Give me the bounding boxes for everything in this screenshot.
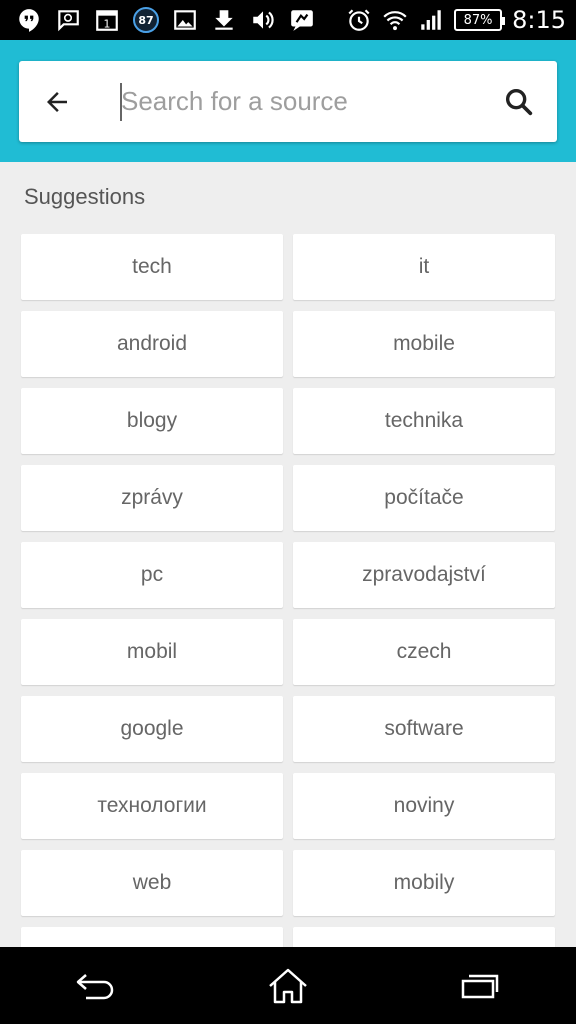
suggestion-chip[interactable]: it	[293, 234, 555, 300]
volume-icon	[250, 7, 276, 33]
recent-apps-icon	[461, 974, 499, 998]
search-bar	[19, 61, 557, 142]
suggestion-chip[interactable]: google	[21, 696, 283, 762]
suggestion-chip[interactable]: pc	[21, 542, 283, 608]
search-button[interactable]	[481, 61, 557, 142]
suggestion-chip[interactable]: blogy	[21, 388, 283, 454]
suggestion-chip[interactable]: czech	[293, 619, 555, 685]
suggestion-chip[interactable]: zprávy	[21, 465, 283, 531]
suggestion-chip[interactable]: počítače	[293, 465, 555, 531]
suggestion-chip[interactable]: mobile	[293, 311, 555, 377]
back-icon	[76, 973, 114, 999]
search-icon	[505, 88, 533, 115]
suggestion-chip[interactable]: mobil	[21, 619, 283, 685]
search-input[interactable]	[95, 61, 481, 142]
alarm-icon	[346, 7, 372, 33]
suggestion-chip[interactable]: технологии	[21, 773, 283, 839]
download-icon	[211, 7, 237, 33]
suggestion-chip[interactable]	[293, 927, 555, 947]
suggestion-chip[interactable]: noviny	[293, 773, 555, 839]
suggestion-grid: tech it android mobile blogy technika zp…	[21, 234, 555, 947]
image-icon	[172, 7, 198, 33]
section-title: Suggestions	[24, 184, 146, 209]
wifi-icon	[382, 7, 408, 33]
suggestions-section: Suggestions tech it android mobile blogy…	[0, 162, 576, 947]
suggestion-chip[interactable]: software	[293, 696, 555, 762]
battery-icon: 87%	[454, 9, 506, 31]
text-cursor	[120, 83, 122, 121]
hangouts-icon	[16, 7, 42, 33]
signal-icon	[418, 7, 444, 33]
feedback-icon	[289, 7, 315, 33]
calendar-icon: 1	[94, 7, 120, 33]
system-nav-bar	[0, 947, 576, 1024]
suggestion-chip[interactable]: technika	[293, 388, 555, 454]
chat-icon	[55, 7, 81, 33]
nav-recent-apps-button[interactable]	[435, 947, 525, 1024]
suggestion-chip[interactable]: web	[21, 850, 283, 916]
app-header	[0, 40, 576, 162]
suggestion-chip[interactable]: zpravodajství	[293, 542, 555, 608]
arrow-back-icon	[47, 91, 67, 112]
suggestion-chip[interactable]: tech	[21, 234, 283, 300]
notification-badge: 87	[133, 7, 159, 33]
suggestion-chip[interactable]	[21, 927, 283, 947]
nav-home-button[interactable]	[243, 947, 333, 1024]
nav-back-button[interactable]	[51, 947, 141, 1024]
suggestion-chip[interactable]: android	[21, 311, 283, 377]
status-bar: 1 87 87% 8:15	[0, 0, 576, 40]
svg-text:1: 1	[104, 18, 111, 31]
back-button[interactable]	[19, 61, 95, 142]
suggestion-chip[interactable]: mobily	[293, 850, 555, 916]
home-icon	[269, 968, 307, 1003]
clock: 8:15	[512, 6, 566, 34]
